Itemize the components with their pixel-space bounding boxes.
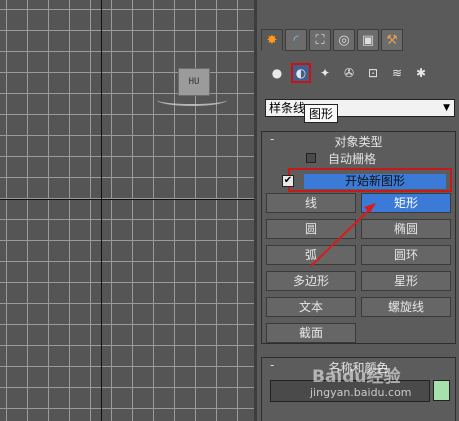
viewport-object[interactable]: HU [178,68,210,96]
ngon-button[interactable]: 多边形 [266,271,356,291]
shapes-icon[interactable]: ◐ [291,63,311,83]
cameras-icon[interactable]: ✇ [339,63,359,83]
command-panel-tabs: ✸ ◜ ⛶ ◎ ▣ ⚒ [261,29,403,53]
shapes-tooltip: 图形 [304,104,339,123]
modify-tab-icon[interactable]: ◜ [285,29,307,51]
section-button[interactable]: 截面 [266,323,356,343]
rectangle-button[interactable]: 矩形 [361,193,451,213]
name-color-rollout: - 名称和颜色 [261,357,456,421]
space-warps-icon[interactable]: ≋ [387,63,407,83]
create-category-icons: ● ◐ ✦ ✇ ⊡ ≋ ✱ [267,63,431,83]
chevron-down-icon: ▼ [443,103,450,113]
circle-button[interactable]: 圆 [266,219,356,239]
ellipse-button[interactable]: 椭圆 [361,219,451,239]
start-new-shape-button[interactable]: 开始新图形 [304,174,446,189]
geometry-icon[interactable]: ● [267,63,287,83]
viewport-top[interactable]: HU [0,0,254,421]
hierarchy-tab-icon[interactable]: ⛶ [309,29,331,51]
utilities-tab-icon[interactable]: ⚒ [381,29,403,51]
object-color-swatch[interactable] [433,380,450,401]
object-type-title[interactable]: 对象类型 [262,133,455,150]
star-button[interactable]: 星形 [361,271,451,291]
name-color-title[interactable]: 名称和颜色 [262,359,455,376]
command-panel: ✸ ◜ ⛶ ◎ ▣ ⚒ ● ◐ ✦ ✇ ⊡ ≋ ✱ 样条线 ▼ - 对象类型 自… [254,0,459,421]
grid-axis-vertical [101,0,102,421]
shape-type-dropdown[interactable]: 样条线 ▼ [265,99,455,117]
display-tab-icon[interactable]: ▣ [357,29,379,51]
line-button[interactable]: 线 [266,193,356,213]
auto-grid-checkbox[interactable] [306,153,316,163]
arc-button[interactable]: 弧 [266,245,356,265]
grid-axis-horizontal [0,199,254,200]
helpers-icon[interactable]: ⊡ [363,63,383,83]
systems-icon[interactable]: ✱ [411,63,431,83]
object-name-input[interactable] [270,380,430,402]
donut-button[interactable]: 圆环 [361,245,451,265]
shape-type-value: 样条线 [269,101,306,115]
create-tab-icon[interactable]: ✸ [261,29,283,51]
motion-tab-icon[interactable]: ◎ [333,29,355,51]
helix-button[interactable]: 螺旋线 [361,297,451,317]
start-new-shape-checkbox[interactable]: ✔ [282,175,294,187]
object-type-rollout: - 对象类型 自动栅格 ✔ 开始新图形 线 矩形 圆 椭圆 弧 圆环 多边形 星… [261,131,456,344]
lights-icon[interactable]: ✦ [315,63,335,83]
auto-grid-label: 自动栅格 [328,152,377,166]
viewport-object-label: HU [178,68,210,96]
text-button[interactable]: 文本 [266,297,356,317]
